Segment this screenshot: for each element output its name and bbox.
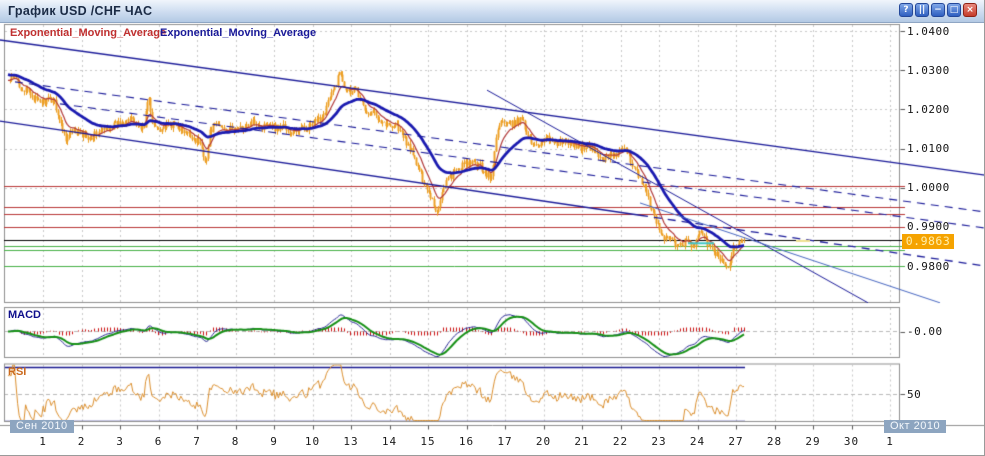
date-label: 16 (452, 435, 482, 448)
window-title: График USD /CHF ЧАС (8, 4, 152, 18)
date-label: 7 (182, 435, 212, 448)
macd-zero-label: -0.00 (907, 325, 967, 338)
date-label: 10 (298, 435, 328, 448)
date-label: 3 (105, 435, 135, 448)
window-titlebar[interactable]: График USD /CHF ЧАС ? ||−□ × (0, 0, 985, 23)
rsi-label: RSI (8, 366, 26, 378)
legend-ema-slow: Exponential_Moving_Average (160, 27, 316, 39)
date-label: 9 (259, 435, 289, 448)
date-label: 30 (837, 435, 867, 448)
date-label: 14 (375, 435, 405, 448)
date-label: 13 (336, 435, 366, 448)
price-axis-label: 1.0200 (907, 103, 967, 116)
date-label: 8 (221, 435, 251, 448)
date-label: 6 (144, 435, 174, 448)
month-badge-left: Сен 2010 (10, 420, 74, 433)
current-price-tag: 0.9863 (902, 234, 954, 249)
date-label: 2 (67, 435, 97, 448)
close-button[interactable]: × (963, 3, 977, 17)
price-axis-label: 1.0400 (907, 25, 967, 38)
date-label: 22 (606, 435, 636, 448)
macd-label: MACD (8, 309, 41, 321)
price-axis-label: 0.9900 (907, 220, 967, 233)
price-axis-label: 1.0100 (907, 142, 967, 155)
help-button[interactable]: ? (899, 3, 913, 17)
window-buttons: ? ||−□ × (899, 3, 977, 17)
minimize-icon: − (934, 6, 942, 15)
rsi-mid-label: 50 (907, 388, 967, 401)
date-label: 29 (798, 435, 828, 448)
date-label: 1 (875, 435, 905, 448)
chart-canvas[interactable] (0, 0, 985, 456)
month-badge-right: Окт 2010 (884, 420, 946, 433)
date-label: 27 (721, 435, 751, 448)
close-icon: × (966, 6, 974, 15)
maximize-icon: □ (950, 6, 959, 15)
maximize-button[interactable]: □ (947, 3, 961, 17)
date-label: 17 (490, 435, 520, 448)
date-label: 23 (644, 435, 674, 448)
minimize-button[interactable]: − (931, 3, 945, 17)
chart-window: График USD /CHF ЧАС ? ||−□ × Exponential_M… (0, 0, 985, 456)
price-axis-label: 0.9800 (907, 260, 967, 273)
pause-button[interactable]: || (915, 3, 929, 17)
date-label: 20 (529, 435, 559, 448)
date-label: 1 (28, 435, 58, 448)
date-label: 28 (760, 435, 790, 448)
price-axis-label: 1.0000 (907, 181, 967, 194)
date-label: 15 (413, 435, 443, 448)
legend-ema-fast: Exponential_Moving_Average (10, 27, 166, 39)
help-icon: ? (903, 6, 908, 15)
pause-icon: || (919, 6, 926, 15)
price-axis-label: 1.0300 (907, 64, 967, 77)
date-label: 24 (683, 435, 713, 448)
date-label: 21 (567, 435, 597, 448)
